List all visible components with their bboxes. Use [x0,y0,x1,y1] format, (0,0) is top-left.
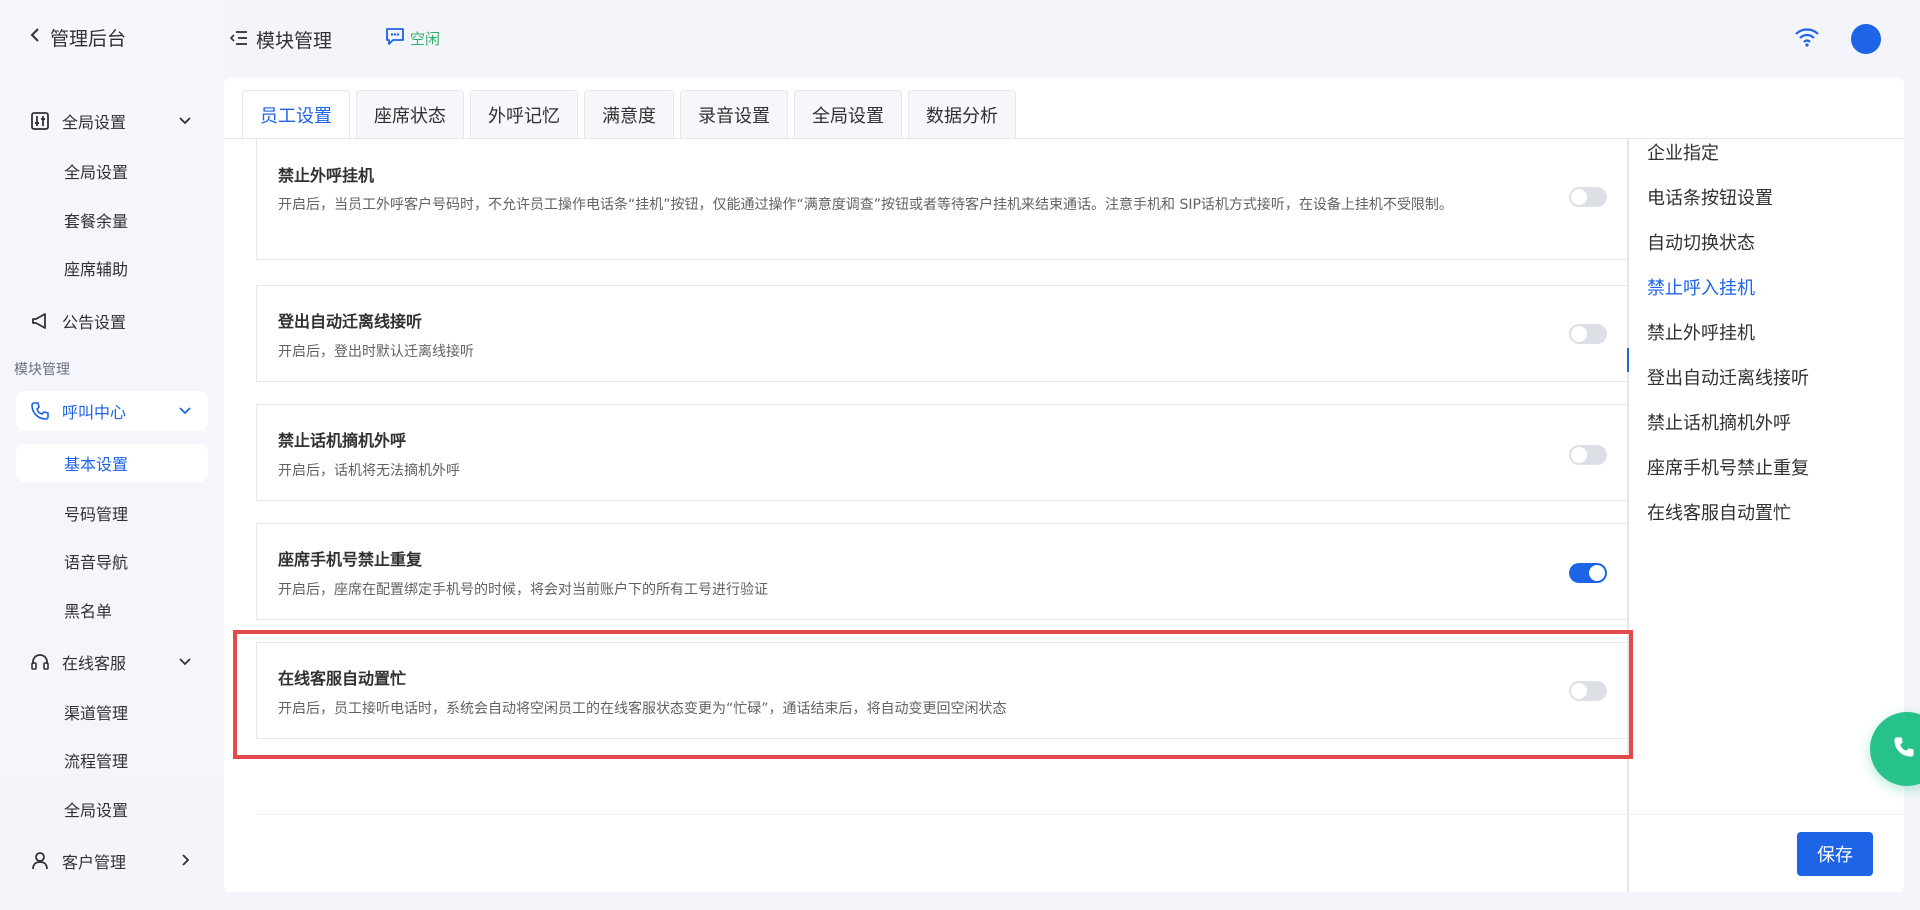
setting-title: 座席手机号禁止重复 [278,550,423,569]
anchor-forbid-offhook[interactable]: 禁止话机摘机外呼 [1647,409,1791,435]
sidebar: 管理后台 全局设置 全局设置 套餐余量 座席辅助 公告设置 模块管理 呼叫中心 … [0,0,224,910]
setting-card: 登出自动迁离线接听 开启后，登出时默认迁离线接听 [256,285,1628,382]
setting-description: 开启后，登出时默认迁离线接听 [278,344,474,360]
page-title-text: 模块管理 [256,30,333,52]
sidebar-group-online-service[interactable]: 在线客服 [16,642,208,682]
sliders-icon [28,109,52,133]
phone-icon [28,399,52,423]
agent-status-text: 空闲 [410,29,441,48]
page-title: 模块管理 [229,26,333,53]
anchor-phone-no-duplicate[interactable]: 座席手机号禁止重复 [1647,454,1809,480]
setting-toggle[interactable] [1569,563,1607,583]
setting-toggle[interactable] [1569,187,1607,207]
sidebar-item-seat-assist[interactable]: 座席辅助 [16,249,208,287]
settings-list: 禁止外呼挂机 开启后，当员工外呼客户号码时，不允许员工操作电话条“挂机”按钮，仅… [256,139,1628,889]
chevron-down-icon [178,653,192,672]
chevron-left-icon [30,27,40,47]
setting-card: 禁止话机摘机外呼 开启后，话机将无法摘机外呼 [256,404,1628,501]
sidebar-group-global-settings[interactable]: 全局设置 [16,101,208,141]
back-to-admin-link[interactable]: 管理后台 [30,24,126,50]
tab-bar: 员工设置 座席状态 外呼记忆 满意度 录音设置 全局设置 数据分析 [242,90,1016,138]
chevron-right-icon [178,852,192,871]
phone-icon [1892,735,1916,763]
setting-description: 开启后，当员工外呼客户号码时，不允许员工操作电话条“挂机”按钮，仅能通过操作“满… [278,197,1453,213]
anchor-active-indicator [1627,348,1629,372]
sidebar-item-online-global-settings[interactable]: 全局设置 [16,790,208,828]
tab-seat-status[interactable]: 座席状态 [356,90,464,138]
menu-fold-icon[interactable] [229,29,248,51]
sidebar-item-ivr[interactable]: 语音导航 [16,542,208,580]
sidebar-item-package-balance[interactable]: 套餐余量 [16,201,208,239]
sidebar-item-global-settings[interactable]: 全局设置 [16,152,208,190]
sidebar-section-label: 模块管理 [14,362,70,378]
agent-status[interactable]: 空闲 [384,26,440,50]
tab-outbound-memory[interactable]: 外呼记忆 [470,90,578,138]
anchor-phonebar-buttons[interactable]: 电话条按钮设置 [1647,184,1773,210]
wifi-icon [1794,26,1820,52]
tab-staff-settings[interactable]: 员工设置 [242,90,350,138]
sidebar-group-label: 全局设置 [62,113,127,132]
avatar[interactable] [1851,24,1881,54]
sidebar-group-label: 公告设置 [62,313,127,332]
save-button[interactable]: 保存 [1797,832,1873,876]
setting-title: 在线客服自动置忙 [278,669,407,688]
anchor-auto-switch-status[interactable]: 自动切换状态 [1647,229,1755,255]
setting-toggle[interactable] [1569,324,1607,344]
sidebar-group-label: 呼叫中心 [62,403,127,422]
tab-global-settings[interactable]: 全局设置 [794,90,902,138]
chevron-down-icon [178,402,192,421]
sidebar-item-basic-settings[interactable]: 基本设置 [16,444,208,482]
chevron-down-icon [178,112,192,131]
anchor-enterprise-assign[interactable]: 企业指定 [1647,139,1719,165]
sidebar-group-label: 客户管理 [62,853,127,872]
setting-description: 开启后，座席在配置绑定手机号的时候，将会对当前账户下的所有工号进行验证 [278,582,768,598]
sidebar-group-label: 在线客服 [62,654,127,673]
setting-description: 开启后，员工接听电话时，系统会自动将空闲员工的在线客服状态变更为“忙碌”，通话结… [278,701,1007,717]
setting-card: 禁止外呼挂机 开启后，当员工外呼客户号码时，不允许员工操作电话条“挂机”按钮，仅… [256,139,1628,260]
tab-data-analysis[interactable]: 数据分析 [908,90,1016,138]
footer-divider [256,814,1904,815]
setting-toggle[interactable] [1569,445,1607,465]
back-label: 管理后台 [50,27,127,50]
setting-card: 座席手机号禁止重复 开启后，座席在配置绑定手机号的时候，将会对当前账户下的所有工… [256,523,1628,620]
setting-card-highlighted: 在线客服自动置忙 开启后，员工接听电话时，系统会自动将空闲员工的在线客服状态变更… [256,642,1628,739]
anchor-online-auto-busy[interactable]: 在线客服自动置忙 [1647,499,1791,525]
setting-toggle[interactable] [1569,681,1607,701]
sidebar-group-customer-management[interactable]: 客户管理 [16,841,208,881]
user-icon [28,849,52,873]
sidebar-item-blacklist[interactable]: 黑名单 [16,591,208,629]
setting-title: 禁止外呼挂机 [278,166,375,185]
setting-description: 开启后，话机将无法摘机外呼 [278,463,460,479]
setting-title: 禁止话机摘机外呼 [278,431,407,450]
sidebar-group-call-center[interactable]: 呼叫中心 [16,391,208,431]
anchor-logout-offline[interactable]: 登出自动迁离线接听 [1647,364,1809,390]
sidebar-group-announcement[interactable]: 公告设置 [16,301,208,341]
anchor-forbid-inbound-hangup[interactable]: 禁止呼入挂机 [1647,274,1755,300]
sidebar-item-flow-management[interactable]: 流程管理 [16,741,208,779]
anchor-forbid-outbound-hangup[interactable]: 禁止外呼挂机 [1647,319,1755,345]
tab-satisfaction[interactable]: 满意度 [584,90,674,138]
sidebar-item-number-management[interactable]: 号码管理 [16,494,208,532]
anchor-divider [1627,139,1629,892]
sidebar-item-channel-management[interactable]: 渠道管理 [16,693,208,731]
tab-recording-settings[interactable]: 录音设置 [680,90,788,138]
setting-title: 登出自动迁离线接听 [278,312,423,331]
megaphone-icon [28,309,52,333]
chat-bubble-icon [384,26,406,50]
headset-icon [28,650,52,674]
